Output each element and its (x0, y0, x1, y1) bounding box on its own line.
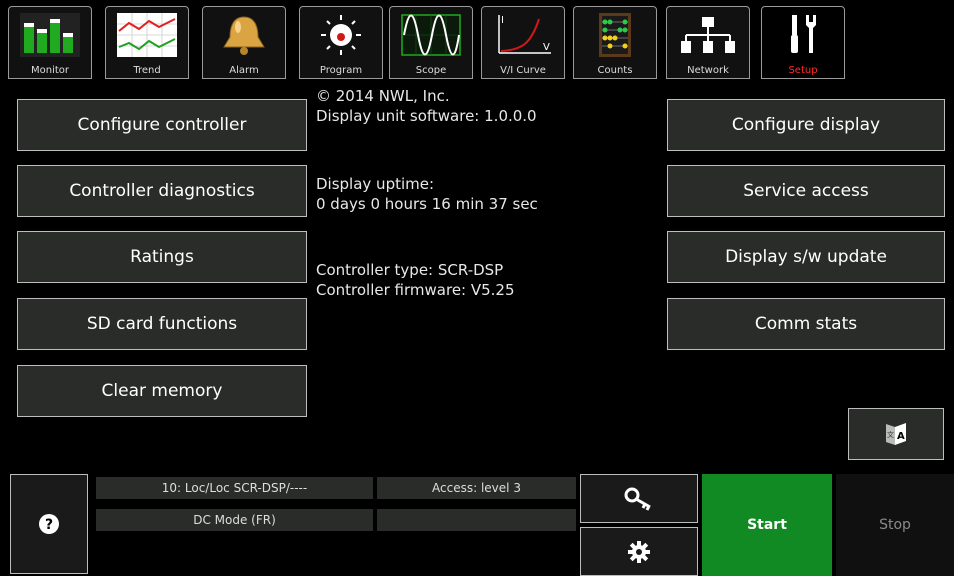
tab-label: Monitor (30, 65, 69, 76)
clear-memory-button[interactable]: Clear memory (17, 365, 307, 417)
access-level-status: Access: level 3 (377, 477, 576, 499)
scope-icon (401, 14, 461, 56)
help-button[interactable]: ? (10, 474, 88, 574)
service-access-button[interactable]: Service access (667, 165, 945, 217)
access-key-button[interactable] (580, 474, 698, 523)
tab-trend[interactable]: Trend (105, 6, 189, 79)
uptime-value: 0 days 0 hours 16 min 37 sec (316, 195, 538, 213)
stop-button[interactable]: Stop (836, 474, 954, 576)
gear-icon (628, 540, 650, 563)
tab-label: Trend (133, 65, 161, 76)
tab-network[interactable]: Network (666, 6, 750, 79)
tab-scope[interactable]: Scope (389, 6, 473, 79)
controller-type-text: Controller type: SCR-DSP (316, 261, 504, 279)
program-icon (321, 15, 361, 55)
comm-stats-button[interactable]: Comm stats (667, 298, 945, 350)
help-question-icon: ? (39, 514, 59, 534)
mode-status: DC Mode (FR) (96, 509, 373, 531)
svg-text:文: 文 (887, 430, 894, 439)
tab-label: Counts (597, 65, 633, 76)
tab-bar: Monitor Trend Alarm Program Scope I V V/… (0, 0, 954, 80)
svg-text:A: A (897, 431, 905, 442)
tab-label: Scope (415, 65, 447, 76)
software-version-text: Display unit software: 1.0.0.0 (316, 107, 537, 125)
network-icon (681, 17, 735, 53)
alarm-bell-icon (223, 16, 265, 55)
copyright-text: © 2014 NWL, Inc. (316, 87, 450, 105)
controller-diagnostics-button[interactable]: Controller diagnostics (17, 165, 307, 217)
tab-vi-curve[interactable]: I V V/I Curve (481, 6, 565, 79)
vi-curve-icon: I V (498, 15, 551, 54)
counts-abacus-icon (599, 13, 631, 57)
controller-firmware-text: Controller firmware: V5.25 (316, 281, 515, 299)
language-icon: A 文 (886, 423, 906, 445)
trend-icon (117, 13, 177, 57)
svg-text:V: V (543, 42, 550, 53)
tab-setup[interactable]: Setup (761, 6, 845, 79)
language-button[interactable]: A 文 (848, 408, 944, 460)
tab-label: Program (319, 65, 363, 76)
configure-controller-button[interactable]: Configure controller (17, 99, 307, 151)
empty-status-cell (377, 509, 576, 531)
uptime-label: Display uptime: (316, 175, 435, 193)
tab-monitor[interactable]: Monitor (8, 6, 92, 79)
tab-label: V/I Curve (500, 65, 546, 76)
start-button[interactable]: Start (702, 474, 832, 576)
tab-label: Network (687, 65, 729, 76)
tab-counts[interactable]: Counts (573, 6, 657, 79)
monitor-icon (20, 13, 80, 57)
svg-text:?: ? (45, 517, 53, 533)
tab-label: Setup (788, 65, 818, 76)
key-icon (624, 487, 651, 511)
tab-label: Alarm (229, 65, 259, 76)
setup-tools-icon (791, 15, 816, 53)
ratings-button[interactable]: Ratings (17, 231, 307, 283)
configure-display-button[interactable]: Configure display (667, 99, 945, 151)
tab-program[interactable]: Program (299, 6, 383, 79)
unit-status: 10: Loc/Loc SCR-DSP/---- (96, 477, 373, 499)
tab-alarm[interactable]: Alarm (202, 6, 286, 79)
display-sw-update-button[interactable]: Display s/w update (667, 231, 945, 283)
svg-text:I: I (501, 15, 504, 26)
settings-button[interactable] (580, 527, 698, 576)
sd-card-functions-button[interactable]: SD card functions (17, 298, 307, 350)
